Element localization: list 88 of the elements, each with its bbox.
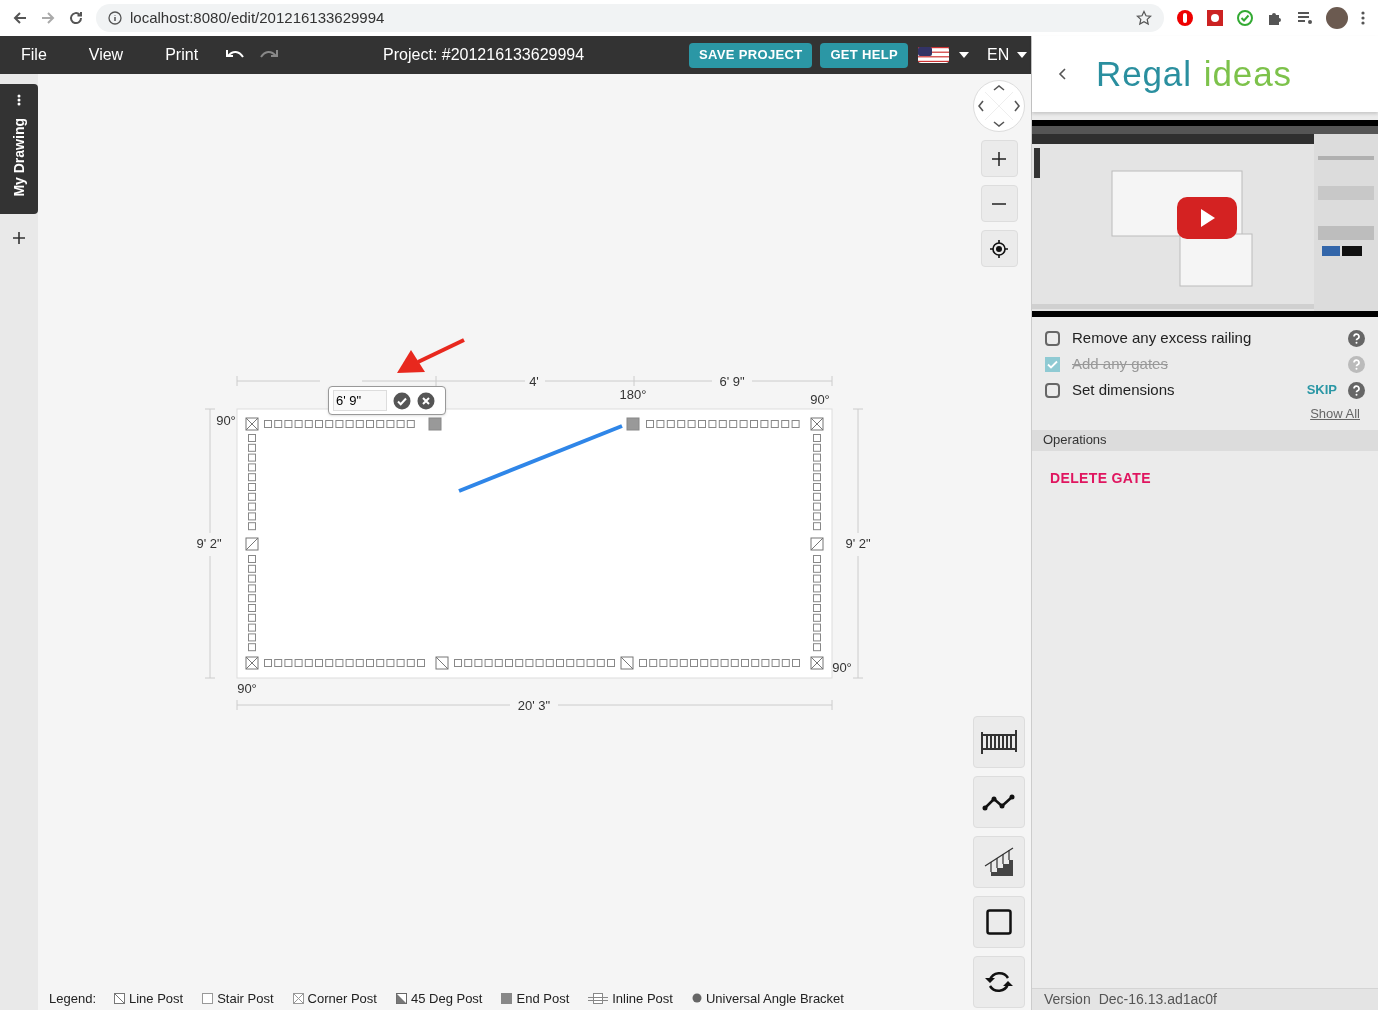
confirm-icon[interactable] bbox=[393, 391, 411, 410]
delete-gate-button[interactable]: DELETE GATE bbox=[1050, 467, 1360, 489]
legend-label: End Post bbox=[516, 989, 570, 1008]
project-title: Project: #201216133629994 bbox=[383, 45, 586, 65]
back-icon[interactable] bbox=[12, 10, 28, 26]
polyline-tool-button[interactable] bbox=[973, 776, 1025, 828]
legend-label: Corner Post bbox=[307, 989, 377, 1008]
rotate-icon bbox=[984, 969, 1014, 995]
legend-label: Stair Post bbox=[217, 989, 274, 1008]
language-select[interactable]: EN bbox=[987, 43, 1028, 67]
zoom-in-button[interactable] bbox=[980, 140, 1018, 177]
url-text: localhost:8080/edit/201216133629994 bbox=[130, 7, 386, 28]
sidebar-tab[interactable]: My Drawing bbox=[0, 84, 38, 214]
inline-post-icon bbox=[588, 992, 609, 1004]
dimension-label: 9' 2" bbox=[196, 536, 222, 551]
angle-label: 90° bbox=[237, 681, 257, 696]
play-button-icon[interactable] bbox=[1177, 197, 1237, 239]
add-icon[interactable] bbox=[13, 232, 25, 244]
check-icon bbox=[1047, 359, 1058, 369]
help-icon[interactable] bbox=[1348, 381, 1365, 399]
deg-post-icon bbox=[395, 992, 407, 1004]
line-post-icon bbox=[114, 992, 125, 1004]
address-bar[interactable]: localhost:8080/edit/201216133629994 bbox=[96, 4, 1164, 32]
center-button[interactable] bbox=[980, 230, 1018, 267]
legend-label: 45 Deg Post bbox=[410, 989, 483, 1008]
stairs-icon bbox=[983, 846, 1015, 878]
minus-icon bbox=[992, 202, 1006, 205]
stairs-tool-button[interactable] bbox=[973, 836, 1025, 888]
pan-arrows-icon bbox=[978, 85, 1020, 127]
rectangle-tool-button[interactable] bbox=[973, 896, 1025, 948]
show-all-link[interactable]: Show All bbox=[1310, 404, 1360, 424]
version-text: Dec-16.13.ad1ac0f bbox=[1098, 990, 1217, 1009]
stair-post-icon bbox=[202, 992, 214, 1004]
task-label: Add any gates bbox=[1072, 353, 1168, 374]
task-label: Remove any excess railing bbox=[1072, 327, 1252, 348]
bracket-dot-icon bbox=[691, 993, 702, 1004]
legend-label: Inline Post bbox=[612, 989, 673, 1008]
logo-text: Regal bbox=[1096, 52, 1192, 95]
menu-item[interactable]: View bbox=[88, 43, 124, 67]
reload-icon[interactable] bbox=[68, 10, 84, 26]
help-icon[interactable] bbox=[1348, 329, 1365, 347]
checkbox[interactable] bbox=[1045, 356, 1060, 372]
arrow-drawing bbox=[397, 338, 465, 373]
task-label: Set dimensions bbox=[1072, 379, 1175, 400]
star-icon[interactable] bbox=[1136, 10, 1152, 26]
angle-label: 90° bbox=[810, 392, 830, 407]
flag-icon[interactable] bbox=[918, 47, 950, 63]
more-icon[interactable] bbox=[1360, 10, 1366, 26]
caret-icon[interactable] bbox=[959, 52, 970, 58]
avatar[interactable] bbox=[1326, 7, 1348, 29]
legend-label: Line Post bbox=[129, 989, 184, 1008]
more-icon bbox=[17, 94, 21, 106]
back-chevron-icon[interactable] bbox=[1058, 68, 1066, 80]
angle-label: 90° bbox=[832, 660, 852, 675]
dimension-label: 20' 3" bbox=[517, 698, 551, 713]
gate-line[interactable] bbox=[458, 424, 623, 493]
check-circle-icon[interactable] bbox=[1236, 9, 1254, 27]
pan-control[interactable] bbox=[973, 80, 1025, 132]
rotate-tool-button[interactable] bbox=[973, 956, 1025, 1008]
playlist-icon[interactable] bbox=[1296, 9, 1314, 27]
close-icon[interactable] bbox=[417, 391, 435, 410]
menu-item[interactable]: File bbox=[21, 43, 47, 67]
version-label: Version bbox=[1044, 990, 1091, 1009]
polyline-icon bbox=[982, 793, 1016, 811]
dimension-label: 9' 2" bbox=[845, 536, 871, 551]
plus-icon bbox=[992, 151, 1006, 166]
angle-label: 180° bbox=[619, 387, 647, 402]
square-icon bbox=[986, 909, 1012, 935]
railing-tool-button[interactable] bbox=[973, 716, 1025, 768]
target-icon bbox=[990, 239, 1008, 258]
logo-text: ideas bbox=[1203, 52, 1292, 95]
dimension-label: 4' bbox=[529, 374, 539, 389]
extension-icon[interactable] bbox=[1206, 9, 1224, 27]
checkbox[interactable] bbox=[1045, 382, 1060, 398]
corner-post-icon bbox=[292, 992, 304, 1004]
shield-icon[interactable] bbox=[1176, 9, 1194, 27]
info-icon bbox=[108, 11, 122, 25]
legend-title: Legend: bbox=[49, 989, 96, 1008]
angle-label: 90° bbox=[216, 413, 236, 428]
section-header: Operations bbox=[1032, 429, 1378, 451]
menu-item[interactable]: Print bbox=[165, 43, 199, 67]
legend-label: Universal Angle Bracket bbox=[705, 989, 844, 1008]
railing-icon bbox=[979, 729, 1019, 755]
end-post-icon bbox=[501, 992, 513, 1004]
caret-icon bbox=[1017, 52, 1028, 58]
checkbox[interactable] bbox=[1045, 330, 1060, 346]
length-input[interactable]: 6' 9" bbox=[333, 390, 387, 411]
dimension-label: 6' 9" bbox=[719, 374, 745, 389]
